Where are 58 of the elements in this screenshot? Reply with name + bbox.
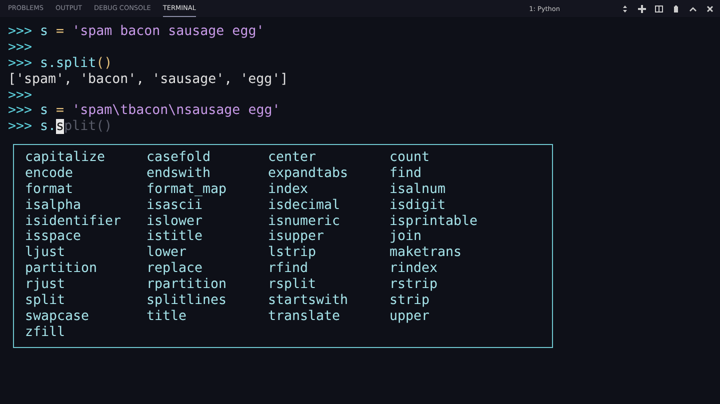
- completion-item[interactable]: capitalize: [25, 150, 146, 166]
- completion-item[interactable]: ljust: [25, 245, 146, 262]
- completion-item[interactable]: isascii: [146, 198, 268, 214]
- completion-item[interactable]: lower: [146, 245, 268, 262]
- completion-item[interactable]: format: [25, 182, 146, 198]
- completion-item[interactable]: isnumeric: [268, 214, 390, 230]
- completion-item[interactable]: index: [268, 182, 390, 198]
- terminal-line: >>> s = 'spam\tbacon\nsausage egg': [8, 103, 282, 120]
- completion-item[interactable]: isalpha: [25, 198, 146, 214]
- completion-item[interactable]: rjust: [25, 276, 146, 293]
- completion-item[interactable]: islower: [146, 214, 268, 230]
- terminal-line: ['spam', 'bacon', 'sausage', 'egg']: [8, 72, 290, 88]
- terminal-line: >>>: [8, 88, 34, 104]
- completion-item[interactable]: count: [390, 150, 511, 166]
- completion-item[interactable]: isalnum: [390, 182, 511, 198]
- completion-item[interactable]: translate: [268, 308, 390, 325]
- completion-item[interactable]: find: [390, 166, 511, 182]
- completion-item[interactable]: maketrans: [390, 245, 511, 262]
- completion-item[interactable]: isprintable: [390, 214, 511, 230]
- completion-item[interactable]: split: [25, 292, 146, 309]
- completion-item[interactable]: isspace: [25, 229, 146, 246]
- close-icon[interactable]: [706, 4, 714, 12]
- completion-item[interactable]: lstrip: [268, 245, 390, 262]
- completion-item[interactable]: rfind: [268, 261, 390, 277]
- completion-item[interactable]: isidentifier: [25, 214, 146, 230]
- terminal-line: >>> s.split(): [8, 119, 114, 136]
- completion-item[interactable]: casefold: [146, 150, 268, 166]
- completion-item[interactable]: swapcase: [25, 308, 146, 325]
- trash-icon[interactable]: [672, 4, 680, 12]
- completion-item[interactable]: upper: [390, 308, 511, 325]
- completion-item[interactable]: splitlines: [146, 292, 268, 309]
- completion-item[interactable]: isdigit: [390, 198, 511, 214]
- terminal-line: >>> s = 'spam bacon sausage egg': [8, 24, 266, 40]
- completion-item[interactable]: istitle: [146, 229, 268, 246]
- completion-item[interactable]: join: [390, 229, 511, 246]
- completion-item[interactable]: format_map: [146, 182, 268, 198]
- split-icon[interactable]: [655, 4, 663, 12]
- completion-item[interactable]: expandtabs: [268, 166, 390, 182]
- completion-item[interactable]: rsplit: [268, 276, 390, 293]
- completion-item[interactable]: rindex: [390, 261, 511, 277]
- completion-item[interactable]: startswith: [268, 292, 390, 309]
- completion-item[interactable]: isdecimal: [268, 198, 390, 214]
- terminal-line: >>>: [8, 40, 34, 56]
- completion-item[interactable]: title: [146, 308, 268, 325]
- plus-icon[interactable]: [638, 4, 646, 12]
- chevron-up-icon[interactable]: [689, 4, 697, 12]
- completion-item[interactable]: rpartition: [146, 276, 268, 293]
- sort-icon[interactable]: [621, 4, 629, 12]
- completion-item[interactable]: partition: [25, 261, 146, 277]
- completion-item[interactable]: zfill: [25, 324, 146, 340]
- completion-item[interactable]: rstrip: [390, 276, 511, 293]
- completion-item[interactable]: endswith: [146, 166, 268, 182]
- completion-item[interactable]: isupper: [268, 229, 390, 246]
- completion-item[interactable]: center: [268, 150, 390, 166]
- completion-item[interactable]: strip: [390, 292, 511, 309]
- completion-item[interactable]: encode: [25, 166, 146, 182]
- completion-item[interactable]: replace: [146, 261, 268, 277]
- terminal-line: >>> s.split(): [8, 56, 114, 72]
